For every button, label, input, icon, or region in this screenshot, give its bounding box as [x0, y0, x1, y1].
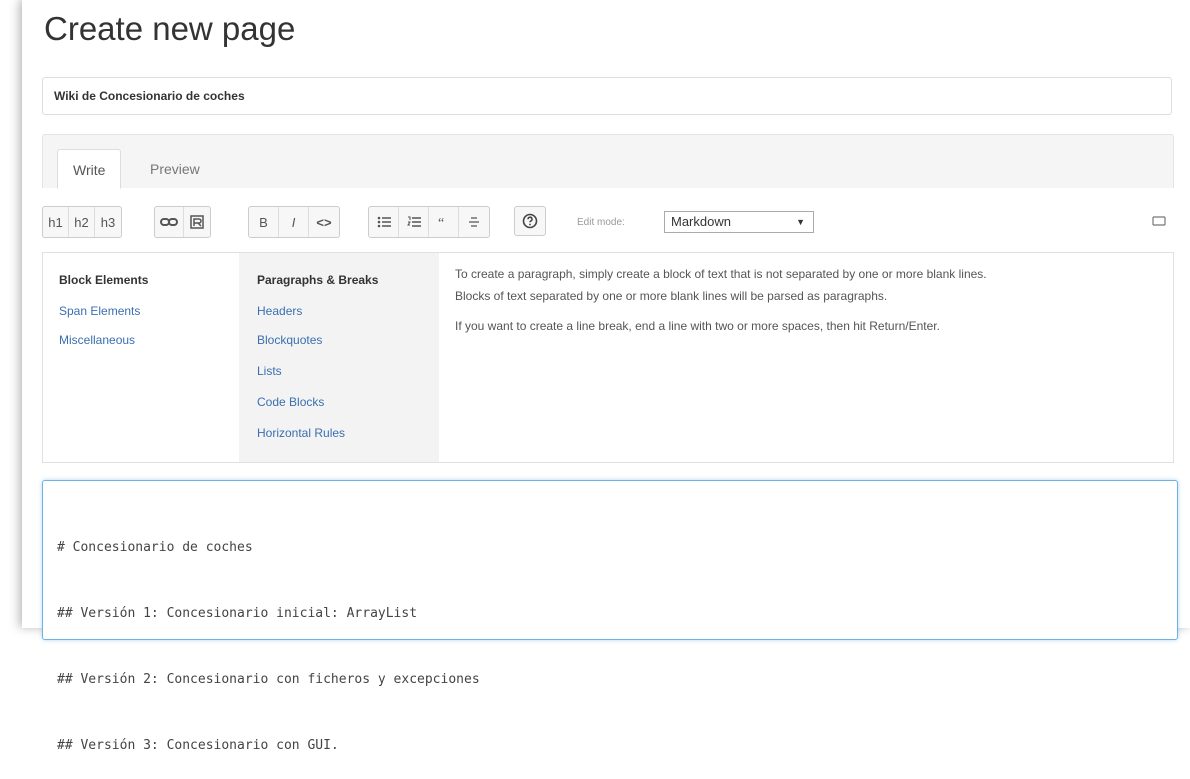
quote-icon: “	[438, 217, 444, 227]
heading-buttons: h1 h2 h3	[42, 206, 122, 238]
image-icon	[190, 215, 204, 229]
link-icon	[160, 218, 178, 226]
editor-tabbar: Write Preview	[42, 134, 1174, 189]
h1-button[interactable]: h1	[43, 207, 69, 237]
help-topic-lists[interactable]: Lists	[257, 364, 282, 378]
edit-mode-value: Markdown	[671, 214, 731, 229]
editor-line: ## Versión 2: Concesionario con ficheros…	[57, 672, 480, 687]
format-buttons: B I <>	[248, 206, 340, 238]
edit-mode-select[interactable]: Markdown ▼	[664, 211, 814, 233]
help-category-block-elements[interactable]: Block Elements	[59, 273, 148, 287]
insert-buttons	[154, 206, 211, 238]
quote-button[interactable]: “	[429, 207, 459, 237]
italic-button[interactable]: I	[279, 207, 309, 237]
help-topic-paragraphs[interactable]: Paragraphs & Breaks	[257, 273, 378, 287]
bullet-list-icon	[377, 216, 391, 228]
link-button[interactable]	[155, 207, 184, 237]
bold-button[interactable]: B	[249, 207, 279, 237]
numbered-list-button[interactable]	[399, 207, 429, 237]
h2-button[interactable]: h2	[69, 207, 95, 237]
markdown-toolbar: h1 h2 h3 B I <> “ Edit mode: Markdown ▼	[42, 204, 1174, 240]
help-content: To create a paragraph, simply create a b…	[455, 263, 1155, 337]
markdown-help-panel: Block Elements Span Elements Miscellaneo…	[42, 252, 1174, 463]
editor-line: # Concesionario de coches	[57, 540, 253, 555]
dropdown-arrow-icon: ▼	[796, 217, 805, 227]
help-topics: Paragraphs & Breaks Headers Blockquotes …	[239, 253, 439, 462]
block-buttons: “	[368, 206, 490, 238]
tab-write[interactable]: Write	[57, 149, 122, 189]
help-icon	[522, 213, 538, 229]
help-topic-headers[interactable]: Headers	[257, 304, 302, 318]
fullscreen-icon[interactable]	[1152, 214, 1166, 228]
page-title: Create new page	[44, 10, 296, 47]
horizontal-rule-icon	[469, 217, 479, 227]
help-category-span-elements[interactable]: Span Elements	[59, 304, 140, 318]
help-categories: Block Elements Span Elements Miscellaneo…	[43, 253, 239, 462]
code-button[interactable]: <>	[309, 207, 339, 237]
help-topic-blockquotes[interactable]: Blockquotes	[257, 333, 322, 347]
help-button[interactable]	[514, 206, 546, 236]
markdown-editor[interactable]: # Concesionario de coches ## Versión 1: …	[42, 480, 1178, 753]
edit-mode-label: Edit mode:	[577, 217, 625, 228]
h3-button[interactable]: h3	[95, 207, 121, 237]
numbered-list-icon	[406, 216, 421, 227]
image-button[interactable]	[184, 207, 210, 237]
help-topic-code-blocks[interactable]: Code Blocks	[257, 395, 324, 409]
editor-line: ## Versión 3: Concesionario con GUI.	[57, 738, 339, 753]
help-topic-horizontal-rules[interactable]: Horizontal Rules	[257, 426, 345, 440]
help-text-line: If you want to create a line break, end …	[455, 319, 940, 333]
help-text-line: Blocks of text separated by one or more …	[455, 289, 888, 303]
bullet-list-button[interactable]	[369, 207, 399, 237]
horizontal-rule-button[interactable]	[459, 207, 489, 237]
help-category-miscellaneous[interactable]: Miscellaneous	[59, 333, 135, 347]
svg-text:“: “	[438, 217, 444, 227]
page-title-input[interactable]: Wiki de Concesionario de coches	[42, 77, 1172, 115]
help-text-line: To create a paragraph, simply create a b…	[455, 267, 987, 281]
tab-preview[interactable]: Preview	[135, 149, 215, 189]
editor-line: ## Versión 1: Concesionario inicial: Arr…	[57, 606, 418, 621]
